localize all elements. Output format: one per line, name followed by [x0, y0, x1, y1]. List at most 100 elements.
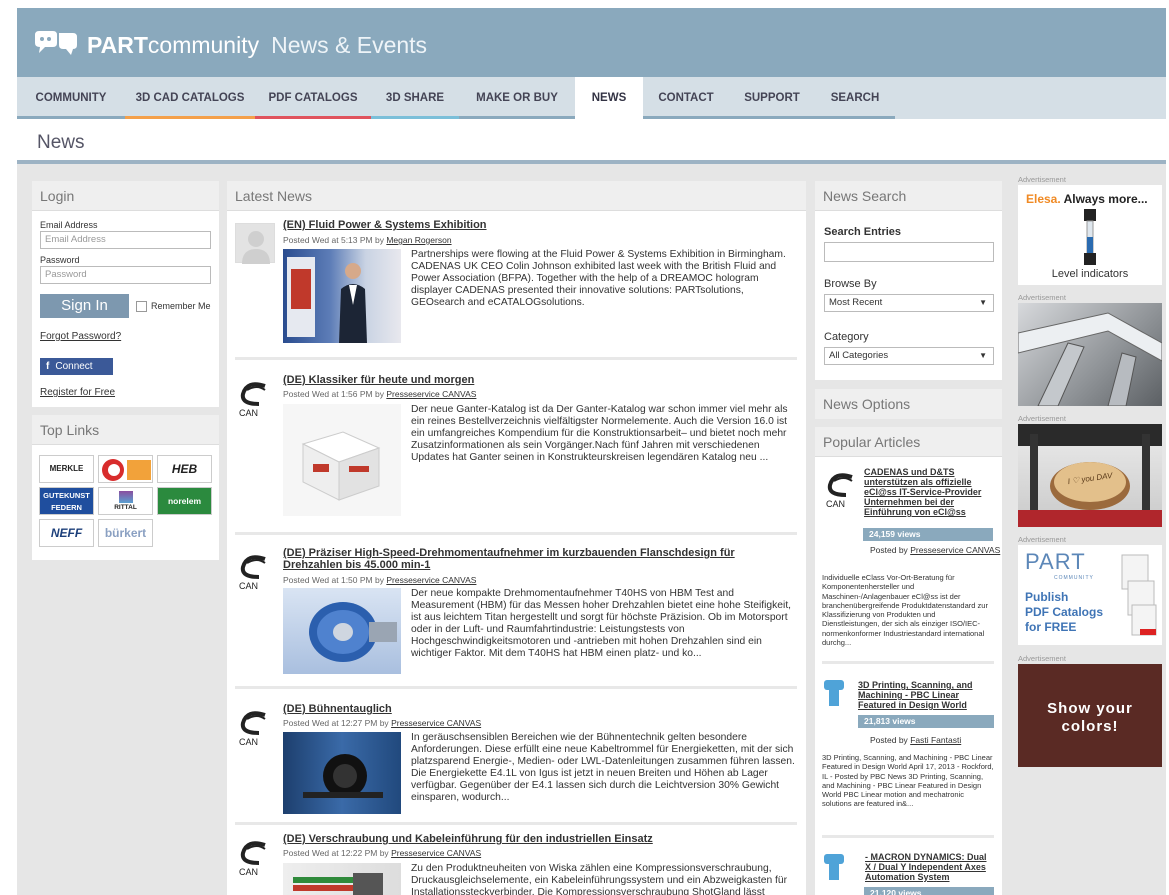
news-options-panel[interactable]: News Options: [815, 389, 1002, 419]
site-brand[interactable]: PARTcommunity News & Events: [87, 32, 427, 59]
article-divider: [235, 822, 797, 825]
sign-in-button[interactable]: Sign In: [40, 294, 129, 318]
news-article: CAN (DE) Präziser High-Speed-Drehmomenta…: [235, 547, 797, 677]
news-article: CAN (DE) Klassiker für heute und morgen …: [235, 374, 797, 524]
nav-support[interactable]: SUPPORT: [729, 77, 815, 119]
category-select[interactable]: All Categories ▼: [824, 347, 994, 365]
part-ad-line2: PDF Catalogs: [1025, 605, 1104, 619]
part-ad-line3: for FREE: [1025, 620, 1077, 634]
nav-search[interactable]: SEARCH: [815, 77, 895, 119]
category-label: Category: [824, 331, 869, 343]
neff-logo[interactable]: NEFF: [39, 519, 94, 547]
advertisement-label: Advertisement: [1018, 535, 1066, 544]
svg-text:CAN: CAN: [239, 581, 258, 591]
canvas-logo: CAN: [235, 837, 275, 879]
nav-3d-share[interactable]: 3D SHARE: [371, 77, 459, 119]
svg-text:CAN: CAN: [239, 867, 258, 877]
show-your-colors-ad[interactable]: Show your colors!: [1018, 664, 1162, 767]
article-title[interactable]: (DE) Verschraubung und Kabeleinführung f…: [283, 833, 793, 845]
article-meta: Posted Wed at 1:50 PM by Presseservice C…: [283, 575, 477, 585]
part-ad-logo-sub: COMMUNITY: [1054, 575, 1094, 581]
article-author-link[interactable]: Presseservice CANVAS: [391, 718, 481, 728]
remember-me-label: Remember Me: [151, 301, 211, 311]
elesa-caption: Level indicators: [1051, 268, 1129, 280]
rittal-mark: [119, 491, 133, 503]
main-nav: COMMUNITY 3D CAD CATALOGS PDF CATALOGS 3…: [17, 77, 1166, 119]
pbc-linear-logo: [822, 852, 846, 882]
burkert-logo[interactable]: bürkert: [98, 519, 153, 547]
article-thumbnail[interactable]: [283, 404, 401, 516]
article-title[interactable]: (EN) Fluid Power & Systems Exhibition: [283, 219, 793, 231]
dropdown-arrow-icon: ▼: [979, 298, 987, 307]
aluminum-profile-ad[interactable]: [1018, 303, 1162, 406]
remember-me-checkbox[interactable]: [136, 301, 147, 312]
heb-logo[interactable]: HEB: [157, 455, 212, 483]
norelem-logo[interactable]: norelem: [157, 487, 212, 515]
facebook-icon: f: [46, 361, 50, 372]
popular-article-title[interactable]: 3D Printing, Scanning, and Machining - P…: [858, 680, 986, 710]
elesa-ad[interactable]: Elesa. Always more... Level indicators: [1018, 185, 1162, 285]
cake-printer-ad[interactable]: I ♡ you DAV: [1018, 424, 1162, 527]
nav-3d-cad-catalogs[interactable]: 3D CAD CATALOGS: [125, 77, 255, 119]
facebook-connect-button[interactable]: f Connect: [40, 358, 113, 375]
author-avatar: [235, 223, 275, 264]
dropdown-arrow-icon: ▼: [979, 351, 987, 360]
forgot-password-link[interactable]: Forgot Password?: [40, 331, 121, 342]
ganter-logo[interactable]: [98, 455, 153, 483]
article-title[interactable]: (DE) Präziser High-Speed-Drehmomentaufne…: [283, 547, 793, 571]
popular-articles-panel: Popular Articles CAN CADENAS und D&TS un…: [815, 427, 1002, 895]
article-thumbnail[interactable]: [283, 863, 401, 895]
gutekunst-logo[interactable]: GUTEKUNST FEDERN: [39, 487, 94, 515]
advertisement-label: Advertisement: [1018, 654, 1066, 663]
article-meta: Posted Wed at 12:22 PM by Presseservice …: [283, 848, 482, 858]
nav-community[interactable]: COMMUNITY: [17, 77, 125, 119]
article-author-link[interactable]: Presseservice CANVAS: [386, 389, 476, 399]
popular-article-title[interactable]: CADENAS und D&TS unterstützen als offizi…: [864, 467, 992, 517]
article-thumbnail[interactable]: [283, 249, 401, 343]
page-title: News: [37, 132, 85, 153]
nav-pdf-catalogs[interactable]: PDF CATALOGS: [255, 77, 371, 119]
register-link[interactable]: Register for Free: [40, 387, 115, 398]
rittal-logo[interactable]: RITTAL: [98, 487, 153, 515]
part-ad-logo: PART: [1025, 549, 1086, 574]
show-colors-line2: colors!: [1061, 718, 1119, 735]
article-excerpt: Der neue kompakte Drehmomentaufnehmer T4…: [411, 588, 792, 659]
canvas-logo: CAN: [235, 707, 275, 749]
elesa-headline: Elesa. Always more...: [1026, 192, 1148, 206]
nav-contact[interactable]: CONTACT: [643, 77, 729, 119]
pdf-catalog-icon: [1121, 554, 1157, 636]
article-title[interactable]: (DE) Bühnentauglich: [283, 703, 793, 715]
article-thumbnail[interactable]: [283, 732, 401, 814]
news-options-heading[interactable]: News Options: [815, 389, 1002, 419]
article-author-link[interactable]: Megan Rogerson: [386, 235, 451, 245]
popular-article-title[interactable]: - MACRON DYNAMICS: Dual X / Dual Y Indep…: [865, 852, 993, 882]
canvas-logo: CAN: [235, 378, 275, 420]
article-meta: Posted Wed at 1:56 PM by Presseservice C…: [283, 389, 477, 399]
article-author-link[interactable]: Presseservice CANVAS: [391, 848, 481, 858]
advertisement-label: Advertisement: [1018, 414, 1066, 423]
partcommunity-logo-icon[interactable]: [33, 29, 79, 59]
email-label: Email Address: [40, 220, 98, 230]
article-divider: [235, 686, 797, 689]
browse-by-label: Browse By: [824, 278, 877, 290]
browse-by-select[interactable]: Most Recent ▼: [824, 294, 994, 312]
news-search-panel: News Search Search Entries Browse By Mos…: [815, 181, 1002, 380]
merkle-logo[interactable]: MERKLE: [39, 455, 94, 483]
article-title[interactable]: (DE) Klassiker für heute und morgen: [283, 374, 793, 386]
password-field[interactable]: Password: [40, 266, 211, 284]
search-entries-input[interactable]: [824, 242, 994, 262]
nav-make-or-buy[interactable]: MAKE OR BUY: [459, 77, 575, 119]
aluminum-profile-image: [1018, 312, 1162, 406]
article-excerpt: Partnerships were flowing at the Fluid P…: [411, 249, 786, 308]
article-thumbnail[interactable]: [283, 588, 401, 674]
show-colors-line1: Show your: [1047, 700, 1133, 717]
article-author-link[interactable]: Presseservice CANVAS: [386, 575, 476, 585]
top-links-panel: Top Links MERKLE HEB GUTEKUNST FEDERN RI…: [32, 415, 219, 560]
email-field[interactable]: Email Address: [40, 231, 211, 249]
news-search-heading: News Search: [815, 181, 1002, 211]
part-community-ad[interactable]: PART COMMUNITY Publish PDF Catalogs for …: [1018, 545, 1162, 645]
pbc-linear-logo: [822, 678, 846, 708]
news-article: CAN (DE) Verschraubung und Kabeleinführu…: [235, 833, 797, 895]
level-indicator-image: [1084, 209, 1096, 265]
nav-news[interactable]: NEWS: [575, 77, 643, 119]
